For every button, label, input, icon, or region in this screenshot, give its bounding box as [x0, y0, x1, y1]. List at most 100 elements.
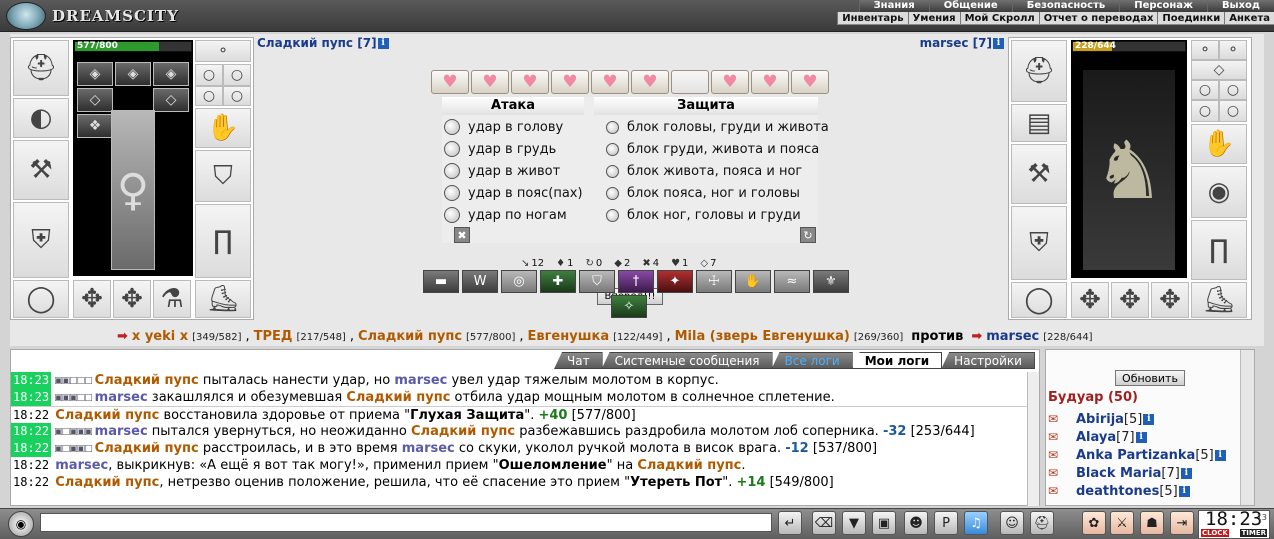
log-time[interactable]: 18:22 [11, 440, 52, 457]
reset-attack-icon[interactable]: ✖ [454, 227, 470, 243]
group-icon[interactable]: ☗ [1140, 511, 1164, 535]
body-armor-icon[interactable]: ⛨ [13, 202, 69, 278]
log-time[interactable]: 18:22 [11, 423, 52, 440]
log-time[interactable]: 18:23 [11, 372, 52, 389]
ring-small-icon[interactable]: ○ [1219, 100, 1247, 122]
knight-helmet-icon[interactable]: ⛑ [1030, 511, 1054, 535]
combatant-name[interactable]: Сладкий пупс [358, 329, 462, 344]
skill-scroll-icon[interactable]: ▬ [423, 270, 459, 293]
skill-dagger-icon[interactable]: † [618, 270, 654, 293]
defense-option-3[interactable]: блок живота, пояса и ног [606, 161, 802, 181]
log-player-name[interactable]: Сладкий пупс [346, 390, 450, 405]
ring-small-icon[interactable]: ○ [1191, 100, 1219, 122]
filter-icon[interactable]: ▼ [842, 511, 866, 535]
shield-icon[interactable]: ⛉ [195, 150, 251, 202]
empty-slot-icon[interactable]: ✥ [113, 280, 151, 318]
skill-wind-icon[interactable]: ≈ [774, 270, 810, 293]
save-icon[interactable]: ▣ [872, 511, 896, 535]
eraser-icon[interactable]: ⌫ [812, 511, 836, 535]
private-message-icon[interactable]: ✉ [1048, 484, 1076, 498]
amulet-slot-icon[interactable]: ◇ [77, 88, 113, 112]
refresh-icon[interactable]: ↻ [800, 227, 816, 243]
log-scrollbar[interactable] [1027, 372, 1039, 506]
refresh-button[interactable]: Обновить [1115, 370, 1185, 386]
log-player-name[interactable]: marsec [402, 441, 455, 456]
submenu-transfer-report[interactable]: Отчет о переводах [1038, 12, 1158, 24]
bracers-slot-icon[interactable]: ▤ [1011, 104, 1067, 142]
walker-icon[interactable]: ☻ [904, 511, 928, 535]
log-time[interactable]: 18:22 [11, 407, 51, 423]
logo[interactable]: DREAMSCITY [6, 2, 179, 30]
log-player-name[interactable]: marsec [394, 373, 447, 388]
tab-all-logs[interactable]: Все логи [771, 352, 853, 369]
boots-icon[interactable]: ⛸ [195, 280, 251, 318]
skill-palm-icon[interactable]: ✋ [735, 270, 771, 293]
speaker-icon[interactable]: ◉ [8, 511, 34, 537]
tab-chat[interactable]: Чат [554, 352, 603, 369]
info-icon[interactable]: i [1135, 431, 1147, 443]
amulet-slot-icon[interactable]: ◇ [153, 88, 189, 112]
radio-icon[interactable] [444, 119, 460, 135]
radio-icon[interactable] [444, 163, 460, 179]
user-list-item[interactable]: ✉ Alaya [7] i [1048, 428, 1147, 446]
helmet-slot-icon[interactable]: ⛑ [1011, 40, 1067, 102]
radio-icon[interactable] [606, 120, 619, 134]
round-shield-icon[interactable]: ◉ [1191, 166, 1247, 218]
combatant-name[interactable]: Евгенушка [528, 329, 610, 344]
tab-system-messages[interactable]: Системные сообщения [601, 352, 773, 369]
user-list-item[interactable]: ✉ deathtones [5] i [1048, 482, 1190, 500]
music-icon[interactable]: ♫ [964, 511, 988, 535]
skill-green-icon[interactable]: ✧ [611, 295, 647, 318]
private-message-icon[interactable]: ✉ [1048, 448, 1076, 462]
menu-exit[interactable]: Выход [1206, 0, 1274, 12]
submenu-profile[interactable]: Анкета [1224, 12, 1274, 24]
ring-small-icon[interactable]: ○ [1191, 80, 1219, 100]
hammer-weapon-icon[interactable]: ⚒ [1011, 144, 1067, 204]
leggings-icon[interactable]: ∏ [1191, 220, 1247, 280]
log-player-name[interactable]: Сладкий пупс [411, 424, 515, 439]
submenu-skills[interactable]: Умения [907, 12, 960, 24]
log-time[interactable]: 18:23 [11, 389, 52, 406]
potion-slot-icon[interactable]: ⚗ [153, 280, 191, 318]
menu-security[interactable]: Безопасность [1011, 0, 1120, 12]
user-name[interactable]: Alaya [1076, 430, 1116, 445]
info-icon[interactable]: i [1214, 449, 1226, 461]
info-icon[interactable]: i [1180, 467, 1192, 479]
tab-my-logs[interactable]: Мои логи [851, 352, 943, 369]
info-icon[interactable]: i [1143, 413, 1155, 425]
ring-small-icon[interactable]: ○ [1219, 80, 1247, 100]
earring-slot-icon[interactable]: ⚬ [195, 40, 251, 62]
helmet-slot-icon[interactable]: ⛑ [13, 40, 69, 96]
my-name[interactable]: Сладкий пупс [7] i [257, 36, 389, 50]
attack-option-chest[interactable]: удар в грудь [442, 139, 556, 159]
tab-settings[interactable]: Настройки [941, 352, 1035, 369]
radio-icon[interactable] [606, 208, 619, 222]
user-name[interactable]: Black Maria [1076, 466, 1161, 481]
earring-slot-icon[interactable]: ⚬ [1219, 40, 1247, 60]
body-armor-icon[interactable]: ⛨ [1011, 206, 1067, 280]
combatant-name[interactable]: ТРЕД [254, 329, 293, 344]
bracers-slot-icon[interactable]: ◐ [13, 98, 69, 138]
skill-shield-icon[interactable]: ⛉ [579, 270, 615, 293]
log-player-name[interactable]: marsec [95, 390, 148, 405]
skill-blood-icon[interactable]: ✦ [657, 270, 693, 293]
submenu-my-scroll[interactable]: Мой Скролл [959, 12, 1039, 24]
submenu-inventory[interactable]: Инвентарь [837, 12, 907, 24]
skill-emblem-icon[interactable]: ⚜ [813, 270, 849, 293]
gloves-icon[interactable]: ✋ [1191, 124, 1247, 164]
exit-door-icon[interactable]: ⇥ [1170, 511, 1194, 535]
empty-slot-icon[interactable]: ✥ [1071, 282, 1109, 318]
battle-icon[interactable]: ⚔ [1110, 511, 1134, 535]
empty-slot-icon[interactable]: ✥ [1151, 282, 1189, 318]
bag-icon[interactable]: ✿ [1082, 511, 1106, 535]
combatant-name[interactable]: marsec [986, 329, 1039, 344]
attack-option-belly[interactable]: удар в живот [442, 161, 560, 181]
ring-small-icon[interactable]: ○ [195, 86, 223, 106]
belt-icon[interactable]: ◯ [1011, 282, 1067, 318]
combatant-name[interactable]: Mila (зверь Евгенушка) [675, 329, 850, 344]
hammer-weapon-icon[interactable]: ⚒ [13, 140, 69, 200]
info-icon[interactable]: i [993, 38, 1004, 49]
skill-wings-icon[interactable]: W [462, 270, 498, 293]
defense-option-4[interactable]: блок пояса, ног и головы [606, 183, 800, 203]
menu-knowledge[interactable]: Знания [858, 0, 929, 12]
